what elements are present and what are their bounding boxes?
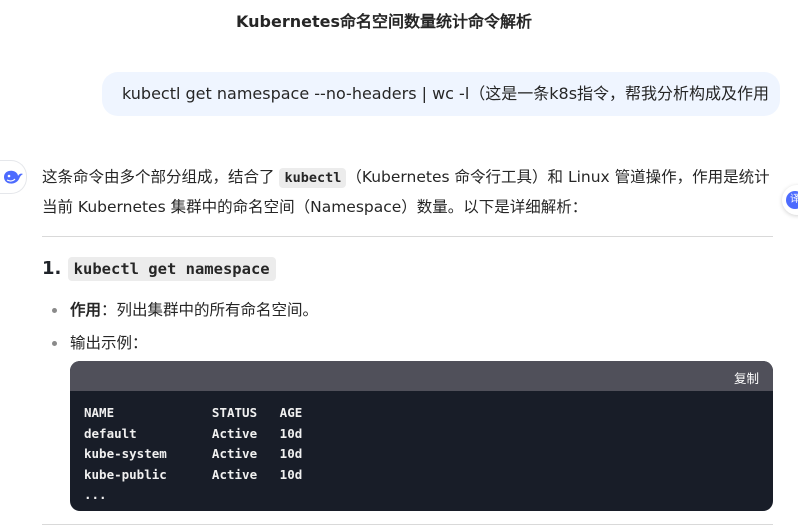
code-block-header: 复制 [70,361,773,391]
section-number: 1. [42,258,62,279]
section-divider [42,524,773,525]
code-line: kube-system Active 10d [84,446,303,461]
user-message-bubble: kubectl get namespace --no-headers | wc … [102,72,780,116]
section-heading-1: 1. kubectl get namespace [42,254,276,284]
code-block: 复制 NAME STATUS AGE default Active 10d kube… [70,361,773,511]
inline-code-kubectl: kubectl [279,168,347,188]
section-heading-code: kubectl get namespace [67,257,276,281]
bullet-dot-icon [52,308,57,313]
code-line: NAME STATUS AGE [84,405,303,420]
bullet-text: 输出示例： [70,334,148,352]
assistant-avatar [0,160,27,194]
bullet-text: ：列出集群中的所有命名空间。 [101,301,319,319]
code-content: NAME STATUS AGE default Active 10d kube-sy… [70,391,773,511]
code-line: ... [84,487,107,502]
section-divider [42,236,773,237]
bullet-dot-icon [52,341,57,346]
copy-button[interactable]: 复制 [734,368,759,387]
page-title: Kubernetes命名空间数量统计命令解析 [236,12,532,31]
bullet-label: 作用 [70,301,102,319]
translate-icon: 译 [786,191,798,209]
intro-text-before: 这条命令由多个部分组成，结合了 [42,168,280,186]
answer-intro: 这条命令由多个部分组成，结合了 kubectl （Kubernetes 命令行工具… [42,163,774,222]
translate-button[interactable]: 译 [782,185,798,215]
code-line: kube-public Active 10d [84,466,303,482]
code-line: default Active 10d [84,425,303,441]
whale-logo-icon [4,170,23,184]
